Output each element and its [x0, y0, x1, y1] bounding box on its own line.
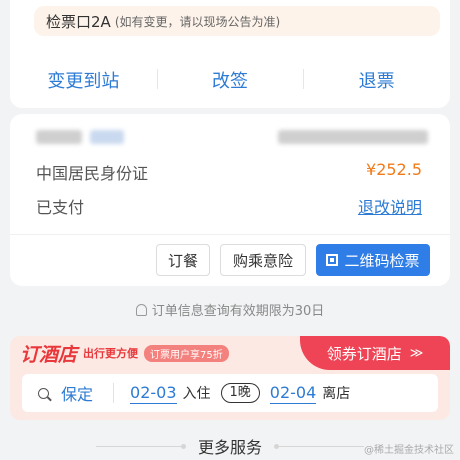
qr-code-icon	[326, 254, 339, 266]
bell-icon	[135, 303, 147, 316]
watermark: @稀土掘金技术社区	[364, 445, 454, 456]
hotel-coupon-label: 领券订酒店	[326, 344, 402, 363]
nights-badge: 1晚	[220, 383, 260, 403]
hotel-city[interactable]: 保定	[61, 381, 93, 405]
checkin-date[interactable]: 02-03	[130, 383, 177, 404]
discount-badge: 订票用户享75折	[144, 344, 229, 362]
refund-button[interactable]: 退票	[303, 67, 450, 93]
divider	[274, 443, 364, 449]
id-number-blurred	[278, 130, 428, 144]
reschedule-button[interactable]: 改签	[156, 67, 304, 93]
more-services-label: 更多服务	[197, 438, 262, 457]
checkin-label: 入住	[182, 386, 211, 402]
gate-note: (如有变更，请以现场公告为准)	[114, 14, 281, 29]
passenger-type-blurred	[90, 130, 124, 144]
double-chevron-right-icon: ≫	[409, 345, 424, 361]
ticket-actions: 变更到站 改签 退票	[10, 55, 450, 105]
hotel-coupon-button[interactable]: 领券订酒店 ≫	[300, 336, 450, 370]
qr-check-button[interactable]: 二维码检票	[316, 244, 430, 276]
hotel-promo-card: 订酒店 出行更方便 订票用户享75折 领券订酒店 ≫ 保定 02-03 入住 1…	[10, 336, 450, 420]
gate-number: 检票口2A	[46, 12, 111, 31]
passenger-name-blurred	[36, 130, 82, 144]
search-icon	[38, 387, 49, 399]
passenger-card: 中国居民身份证 ¥252.5 已支付 退改说明 订餐 购乘意险 二维码检票	[10, 114, 450, 286]
divider	[113, 383, 115, 403]
ticket-header-card: 检票口2A (如有变更，请以现场公告为准) 变更到站 改签 退票	[10, 0, 450, 108]
notice-text: 订单信息查询有效期限为30日	[151, 304, 325, 319]
query-notice: 订单信息查询有效期限为30日	[0, 300, 460, 319]
refund-policy-link[interactable]: 退改说明	[358, 194, 422, 218]
payment-status: 已支付	[36, 198, 85, 217]
divider	[95, 443, 186, 449]
id-type: 中国居民身份证	[36, 164, 149, 183]
checkout-label: 离店	[322, 386, 351, 402]
hotel-slogan: 出行更方便	[83, 347, 139, 360]
ticket-price: ¥252.5	[366, 160, 422, 179]
qr-check-label: 二维码检票	[344, 251, 420, 270]
change-destination-button[interactable]: 变更到站	[10, 67, 157, 93]
checkout-date[interactable]: 02-04	[269, 383, 317, 404]
hotel-logo: 订酒店	[20, 343, 78, 366]
buy-insurance-button[interactable]: 购乘意险	[220, 244, 306, 276]
divider	[10, 234, 450, 235]
gate-info: 检票口2A (如有变更，请以现场公告为准)	[34, 6, 440, 36]
order-meal-button[interactable]: 订餐	[156, 244, 210, 276]
hotel-search-bar[interactable]: 保定 02-03 入住 1晚 02-04 离店	[22, 374, 438, 412]
